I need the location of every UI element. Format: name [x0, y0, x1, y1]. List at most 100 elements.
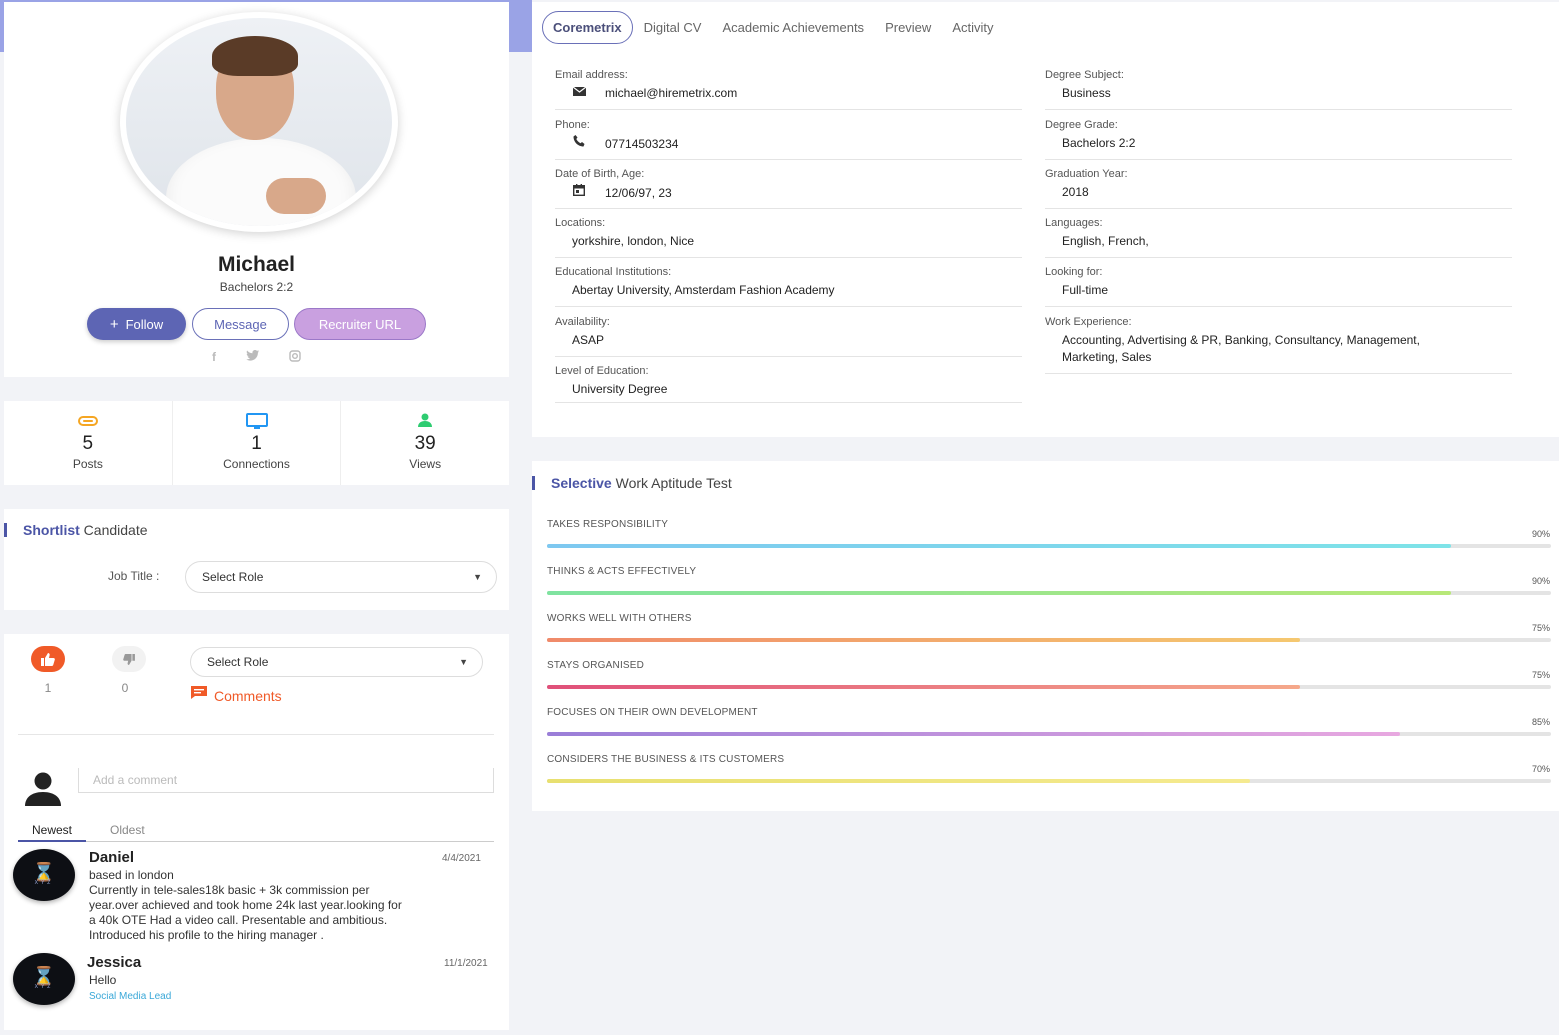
- comments-link[interactable]: Comments: [190, 685, 282, 704]
- comment-text: Hello: [89, 973, 117, 987]
- field-value: 2018: [1062, 185, 1089, 199]
- shortlist-card: Shortlist Candidate Job Title : Select R…: [4, 509, 509, 610]
- comment-author-role[interactable]: Social Media Lead: [89, 991, 171, 1002]
- field-value: yorkshire, london, Nice: [572, 234, 695, 248]
- tab-academic-achievements[interactable]: Academic Achievements: [722, 20, 864, 35]
- field-label: Locations:: [555, 217, 606, 229]
- aptitude-progress-fill: [547, 685, 1300, 689]
- field-value[interactable]: michael@hiremetrix.com: [605, 85, 737, 102]
- aptitude-percent: 75%: [1531, 670, 1550, 680]
- tab-coremetrix[interactable]: Coremetrix: [542, 10, 633, 44]
- chevron-down-icon: ▼: [459, 657, 468, 667]
- field-label: Date of Birth, Age:: [555, 168, 645, 180]
- twitter-icon[interactable]: [246, 350, 259, 365]
- company-logo-icon: ⌛: [32, 966, 56, 986]
- field-value: Abertay University, Amsterdam Fashion Ac…: [572, 283, 835, 297]
- field-value: Bachelors 2:2: [1062, 136, 1136, 150]
- instagram-icon[interactable]: [289, 350, 301, 365]
- add-comment-input[interactable]: Add a comment: [78, 768, 494, 793]
- field-educational-institutions: Educational Institutions: Abertay Univer…: [555, 266, 1022, 307]
- field-value: Business: [1062, 86, 1111, 100]
- follow-button[interactable]: + Follow: [87, 308, 186, 340]
- feedback-card: 1 0 Select Role ▼ Comments Add a comment…: [4, 634, 509, 1030]
- job-role-select-value: Select Role: [202, 570, 264, 584]
- thumbs-up-icon: [41, 652, 55, 666]
- feedback-role-select-value: Select Role: [207, 655, 269, 669]
- field-label: Graduation Year:: [1045, 168, 1128, 180]
- profile-subtitle: Bachelors 2:2: [219, 280, 294, 294]
- section-accent: [4, 523, 7, 537]
- feedback-role-select[interactable]: Select Role ▼: [190, 647, 483, 677]
- comment-sort-tabs: Newest Oldest: [18, 822, 494, 842]
- field-languages: Languages: English, French,: [1045, 217, 1512, 258]
- section-accent: [532, 476, 535, 490]
- shortlist-title: Shortlist Candidate: [23, 522, 148, 538]
- envelope-icon: [571, 85, 587, 102]
- comment-icon: [191, 685, 207, 699]
- aptitude-card: Selective Work Aptitude Test TAKES RESPO…: [532, 461, 1559, 811]
- aptitude-label: CONSIDERS THE BUSINESS & ITS CUSTOMERS: [547, 754, 785, 765]
- comment-date: 4/4/2021: [442, 853, 481, 864]
- stat-label: Posts: [72, 457, 103, 471]
- tab-digital-cv[interactable]: Digital CV: [644, 20, 702, 35]
- field-degree-grade: Degree Grade: Bachelors 2:2: [1045, 119, 1512, 160]
- user-avatar-icon: [25, 772, 61, 806]
- tab-preview[interactable]: Preview: [885, 20, 931, 35]
- field-label: Degree Subject:: [1045, 69, 1124, 81]
- thumbs-down-icon: [123, 653, 135, 665]
- comment-date: 11/1/2021: [444, 958, 488, 969]
- stat-value: 1: [251, 433, 262, 454]
- field-value[interactable]: 07714503234: [605, 136, 678, 153]
- field-value: Accounting, Advertising & PR, Banking, C…: [1062, 333, 1420, 364]
- sort-newest-tab[interactable]: Newest: [18, 823, 87, 842]
- company-logo-icon: ⌛: [32, 862, 56, 882]
- comment-author-avatar: ⌛ XYZ: [13, 849, 75, 901]
- aptitude-progress-track: [547, 685, 1551, 689]
- field-work-experience: Work Experience: Accounting, Advertising…: [1045, 316, 1512, 374]
- phone-icon: [571, 135, 587, 153]
- profile-card: Michael Bachelors 2:2 + Follow Message R…: [4, 2, 509, 377]
- field-label: Languages:: [1045, 217, 1103, 229]
- aptitude-progress-track: [547, 779, 1551, 783]
- aptitude-label: WORKS WELL WITH OTHERS: [547, 613, 692, 624]
- follow-label: Follow: [125, 316, 164, 332]
- stat-value: 39: [414, 433, 436, 454]
- candidate-info-card: Coremetrix Digital CV Academic Achieveme…: [532, 2, 1559, 437]
- field-value: 12/06/97, 23: [605, 185, 672, 200]
- aptitude-progress-fill: [547, 732, 1401, 736]
- recruiter-url-button[interactable]: Recruiter URL: [294, 308, 426, 340]
- aptitude-progress-track: [547, 591, 1551, 595]
- field-graduation-year: Graduation Year: 2018: [1045, 168, 1512, 209]
- facebook-icon[interactable]: f: [212, 350, 216, 365]
- field-label: Level of Education:: [555, 365, 649, 377]
- field-looking-for: Looking for: Full-time: [1045, 266, 1512, 307]
- thumbs-up-button[interactable]: [31, 646, 65, 672]
- field-date-of-birth-age: Date of Birth, Age: 12/06/97, 23: [555, 168, 1022, 209]
- message-button[interactable]: Message: [192, 308, 289, 340]
- aptitude-label: THINKS & ACTS EFFECTIVELY: [547, 566, 697, 577]
- aptitude-title: Selective Work Aptitude Test: [551, 475, 732, 491]
- profile-name: Michael: [217, 253, 296, 276]
- aptitude-progress-fill: [547, 544, 1451, 548]
- dislike-count: 0: [121, 681, 129, 695]
- aptitude-progress-track: [547, 732, 1551, 736]
- thumbs-down-button[interactable]: [112, 646, 146, 672]
- field-locations: Locations: yorkshire, london, Nice: [555, 217, 1022, 258]
- chevron-down-icon: ▼: [473, 572, 482, 582]
- tab-activity[interactable]: Activity: [952, 20, 993, 35]
- comment-author-avatar: ⌛ XYZ: [13, 953, 75, 1005]
- paperclip-icon: [4, 413, 172, 431]
- field-availability: Availability: ASAP: [555, 316, 1022, 357]
- comments-label: Comments: [214, 688, 282, 704]
- sort-oldest-tab[interactable]: Oldest: [110, 823, 145, 837]
- field-label: Degree Grade:: [1045, 119, 1118, 131]
- comment-text: based in london Currently in tele-sales1…: [89, 868, 402, 942]
- field-level-of-education: Level of Education: University Degree: [555, 365, 1022, 403]
- field-label: Work Experience:: [1045, 316, 1132, 328]
- aptitude-progress-track: [547, 544, 1551, 548]
- stat-label: Connections: [223, 457, 290, 471]
- aptitude-percent: 85%: [1531, 717, 1550, 727]
- field-label: Looking for:: [1045, 266, 1103, 278]
- comment-author: Daniel: [89, 849, 135, 866]
- job-role-select[interactable]: Select Role ▼: [185, 561, 497, 593]
